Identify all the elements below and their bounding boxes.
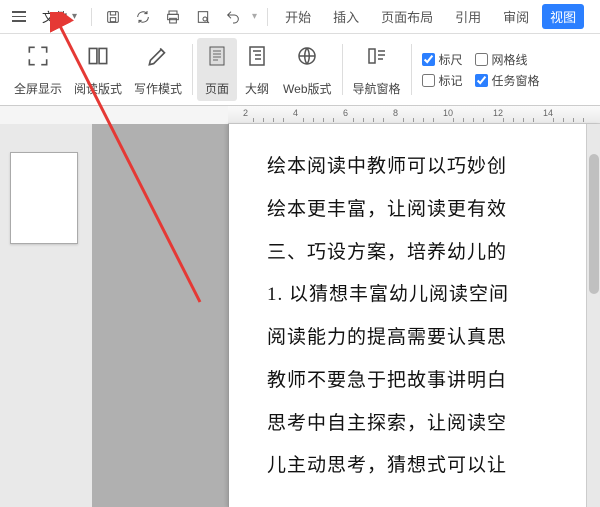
tab-reference[interactable]: 引用	[446, 3, 490, 30]
writing-mode-label: 写作模式	[134, 80, 182, 97]
fullscreen-icon	[24, 42, 52, 70]
horizontal-ruler: 2468101214	[228, 106, 600, 124]
nav-pane-button[interactable]: 导航窗格	[347, 38, 407, 101]
marks-checkbox[interactable]: 标记	[422, 72, 463, 89]
reading-mode-icon	[84, 42, 112, 70]
tab-layout[interactable]: 页面布局	[372, 3, 442, 30]
taskpane-checkbox[interactable]: 任务窗格	[475, 72, 540, 89]
page-view-button[interactable]: 页面	[197, 38, 237, 101]
tab-review[interactable]: 审阅	[494, 3, 538, 30]
ruler-checkbox[interactable]: 标尺	[422, 51, 463, 68]
writing-mode-button[interactable]: 写作模式	[128, 38, 188, 101]
save-icon[interactable]	[100, 5, 126, 29]
outline-icon	[243, 42, 271, 70]
doc-line: 1. 以猜想丰富幼儿阅读空间	[267, 274, 600, 317]
hamburger-menu[interactable]	[6, 5, 32, 28]
document-page[interactable]: 绘本阅读中教师可以巧妙创 绘本更丰富，让阅读更有效 三、巧设方案，培养幼儿的 1…	[228, 124, 600, 507]
divider	[192, 44, 193, 95]
tab-view[interactable]: 视图	[542, 4, 584, 29]
thumbnail-page[interactable]	[10, 152, 78, 244]
nav-pane-icon	[363, 42, 391, 70]
page-view-label: 页面	[205, 80, 229, 97]
file-menu-label: 文件	[42, 7, 68, 26]
outline-button[interactable]: 大纲	[237, 38, 277, 101]
gridlines-checkbox[interactable]: 网格线	[475, 51, 540, 68]
outline-label: 大纲	[245, 80, 269, 97]
refresh-icon[interactable]	[130, 5, 156, 29]
divider	[267, 8, 268, 26]
view-ribbon: 全屏显示 阅读版式 写作模式 页面 大纲 Web版式 导航窗格	[0, 34, 600, 106]
doc-line: 绘本阅读中教师可以巧妙创	[267, 146, 600, 189]
top-menu-bar: 文件 ▾ ▾ 开始 插入 页面布局 引用 审阅 视图	[0, 0, 600, 34]
reading-mode-button[interactable]: 阅读版式	[68, 38, 128, 101]
divider	[342, 44, 343, 95]
fullscreen-button[interactable]: 全屏显示	[8, 38, 68, 101]
print-preview-icon[interactable]	[190, 5, 216, 29]
doc-line: 阅读能力的提高需要认真思	[267, 317, 600, 360]
writing-mode-icon	[144, 42, 172, 70]
thumbnail-pane[interactable]	[0, 124, 92, 507]
chevron-down-icon: ▾	[72, 11, 77, 22]
file-menu[interactable]: 文件 ▾	[36, 3, 83, 30]
doc-line: 三、巧设方案，培养幼儿的	[267, 232, 600, 275]
content-area: 绘本阅读中教师可以巧妙创 绘本更丰富，让阅读更有效 三、巧设方案，培养幼儿的 1…	[0, 124, 600, 507]
web-view-button[interactable]: Web版式	[277, 38, 337, 101]
scrollbar-thumb[interactable]	[589, 154, 599, 294]
fullscreen-label: 全屏显示	[14, 80, 62, 97]
web-view-icon	[293, 42, 321, 70]
divider	[91, 8, 92, 26]
tab-insert[interactable]: 插入	[324, 3, 368, 30]
view-options-group: 标尺 网格线 标记 任务窗格	[416, 38, 546, 101]
page-view-icon	[203, 42, 231, 70]
doc-line: 思考中自主探索，让阅读空	[267, 403, 600, 446]
doc-line: 儿主动思考，猜想式可以让	[267, 445, 600, 488]
doc-line: 绘本更丰富，让阅读更有效	[267, 189, 600, 232]
divider	[411, 44, 412, 95]
vertical-scrollbar[interactable]	[586, 124, 600, 507]
print-icon[interactable]	[160, 5, 186, 29]
nav-pane-label: 导航窗格	[353, 80, 401, 97]
doc-line: 教师不要急于把故事讲明白	[267, 360, 600, 403]
web-view-label: Web版式	[283, 80, 331, 97]
tab-start[interactable]: 开始	[276, 3, 320, 30]
page-gap	[92, 124, 228, 507]
undo-dropdown[interactable]: ▾	[250, 11, 259, 22]
reading-mode-label: 阅读版式	[74, 80, 122, 97]
undo-icon[interactable]	[220, 5, 246, 29]
